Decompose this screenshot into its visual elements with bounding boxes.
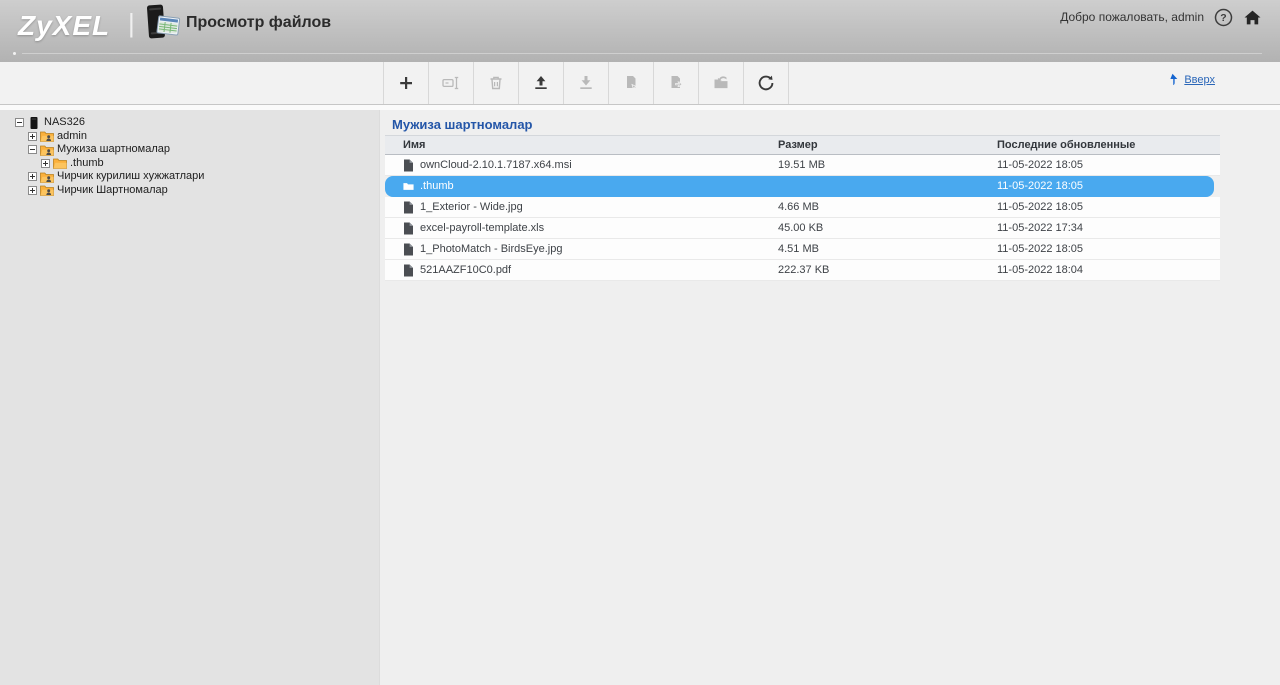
file-icon <box>403 243 414 256</box>
file-row[interactable]: 1_PhotoMatch - BirdsEye.jpg 4.51 MB 11-05-… <box>385 239 1220 260</box>
toolbar-refresh-button[interactable] <box>744 62 789 104</box>
copy-icon <box>621 73 641 93</box>
folder-icon <box>403 180 414 193</box>
file-icon <box>403 201 414 214</box>
toolbar: Вверх <box>0 62 1280 105</box>
file-browser-icon <box>138 2 182 46</box>
column-name[interactable]: Имя <box>385 139 778 151</box>
expand-icon[interactable] <box>28 172 37 182</box>
file-table-header: Имя Размер Последние обновленные <box>385 135 1220 155</box>
file-row[interactable]: excel-payroll-template.xls 45.00 KB 11-05-… <box>385 218 1220 239</box>
shared-folder-icon <box>40 144 54 156</box>
file-size: 222.37 KB <box>778 264 830 276</box>
collapse-icon[interactable] <box>15 118 24 128</box>
up-arrow-icon <box>1170 73 1178 86</box>
folder-tree: NAS326 admin Мужиза шартномалар .thumb Чирчи… <box>0 116 379 197</box>
move-icon <box>666 73 686 93</box>
file-updated: 11-05-2022 18:04 <box>997 264 1084 276</box>
file-table-body: ownCloud-2.10.1.7187.x64.msi 19.51 MB 11-0… <box>385 155 1220 281</box>
expand-icon[interactable] <box>28 131 37 141</box>
app-header: ZyXEL | Просмотр файлов Добро пожаловать… <box>0 0 1280 62</box>
file-name: 1_Exterior - Wide.jpg <box>420 201 523 213</box>
file-name: 1_PhotoMatch - BirdsEye.jpg <box>420 243 563 255</box>
tree-item[interactable]: Мужиза шартномалар <box>0 143 379 157</box>
shared-folder-icon <box>40 130 54 143</box>
tree-item-label: Чирчик курилиш хужжатлари <box>57 170 205 183</box>
header-divider <box>22 53 1262 54</box>
file-row[interactable]: 1_Exterior - Wide.jpg 4.66 MB 11-05-2022 1… <box>385 197 1220 218</box>
column-size[interactable]: Размер <box>778 139 997 151</box>
toolbar-copy-button <box>609 62 654 104</box>
file-size: 45.00 KB <box>778 222 824 234</box>
toolbar-share-button <box>699 62 744 104</box>
tree-item-label: NAS326 <box>44 116 85 129</box>
main-panel: Мужиза шартномалар Имя Размер Последние … <box>380 110 1280 685</box>
page-title: Просмотр файлов <box>186 14 332 31</box>
share-icon <box>711 73 731 93</box>
file-name: .thumb <box>420 180 454 192</box>
file-icon <box>403 264 414 277</box>
header-dot <box>13 52 16 55</box>
svg-text:?: ? <box>1220 12 1226 24</box>
tree-item-label: admin <box>57 129 87 142</box>
file-size: 4.51 MB <box>778 243 819 255</box>
file-row[interactable]: .thumb 11-05-2022 18:05 <box>385 176 1214 197</box>
sidebar: NAS326 admin Мужиза шартномалар .thumb Чирчи… <box>0 110 380 685</box>
zyxel-logo: ZyXEL <box>18 10 111 41</box>
add-icon <box>396 73 416 93</box>
tree-item[interactable]: Чирчик курилиш хужжатлари <box>0 170 379 184</box>
toolbar-rename-button <box>429 62 474 104</box>
tree-item[interactable]: Чирчик Шартномалар <box>0 184 379 198</box>
file-row[interactable]: ownCloud-2.10.1.7187.x64.msi 19.51 MB 11-0… <box>385 155 1220 176</box>
file-updated: 11-05-2022 18:05 <box>997 180 1084 192</box>
tree-item[interactable]: NAS326 <box>0 116 379 130</box>
tree-item-label: .thumb <box>70 156 104 169</box>
nas-icon <box>27 116 41 129</box>
file-table: Имя Размер Последние обновленные ownClou… <box>385 135 1220 281</box>
file-updated: 11-05-2022 17:34 <box>997 222 1084 234</box>
refresh-icon <box>756 73 776 93</box>
file-updated: 11-05-2022 18:05 <box>997 201 1084 213</box>
toolbar-buttons <box>383 62 789 104</box>
help-icon[interactable]: ? <box>1214 8 1233 27</box>
collapse-icon[interactable] <box>28 145 37 155</box>
expand-icon[interactable] <box>28 185 37 195</box>
toolbar-add-button[interactable] <box>384 62 429 104</box>
toolbar-upload-button[interactable] <box>519 62 564 104</box>
file-name: excel-payroll-template.xls <box>420 222 545 234</box>
shared-folder-icon <box>40 171 54 183</box>
tree-item-label: Мужиза шартномалар <box>57 143 171 156</box>
file-size: 4.66 MB <box>778 201 819 213</box>
logo-separator: | <box>128 8 135 38</box>
tree-item[interactable]: .thumb <box>0 157 379 171</box>
toolbar-move-button <box>654 62 699 104</box>
shared-folder-icon <box>40 184 54 197</box>
folder-icon <box>53 157 67 170</box>
file-icon <box>403 222 414 235</box>
upload-icon <box>531 73 551 93</box>
file-name: ownCloud-2.10.1.7187.x64.msi <box>420 159 572 171</box>
delete-icon <box>486 73 506 93</box>
home-icon[interactable] <box>1243 8 1262 27</box>
download-icon <box>576 73 596 93</box>
go-up-button[interactable]: Вверх <box>1166 73 1215 86</box>
expand-icon[interactable] <box>41 158 50 168</box>
column-updated[interactable]: Последние обновленные <box>997 139 1220 151</box>
file-updated: 11-05-2022 18:05 <box>997 159 1084 171</box>
file-row[interactable]: 521AAZF10C0.pdf 222.37 KB 11-05-2022 18:04 <box>385 260 1220 281</box>
file-icon <box>403 159 414 172</box>
file-name: 521AAZF10C0.pdf <box>420 264 512 276</box>
go-up-label: Вверх <box>1184 73 1215 86</box>
file-updated: 11-05-2022 18:05 <box>997 243 1084 255</box>
welcome-text: Добро пожаловать, admin <box>1060 10 1204 24</box>
file-size: 19.51 MB <box>778 159 826 171</box>
rename-icon <box>441 73 461 93</box>
tree-item[interactable]: admin <box>0 130 379 144</box>
tree-item-label: Чирчик Шартномалар <box>57 183 168 196</box>
toolbar-download-button <box>564 62 609 104</box>
toolbar-delete-button <box>474 62 519 104</box>
